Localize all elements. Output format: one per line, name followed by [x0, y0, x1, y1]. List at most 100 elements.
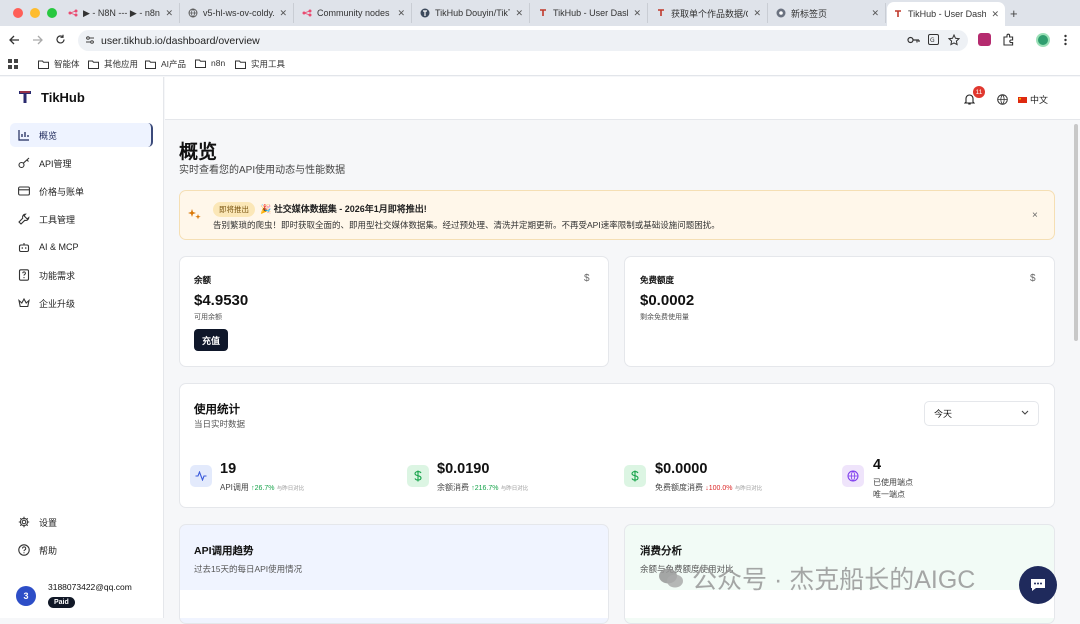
usage-stats-card	[179, 383, 1055, 508]
bookmark-folder[interactable]: n8n	[195, 58, 225, 68]
translate-icon[interactable]: G	[928, 34, 939, 45]
close-window-button[interactable]	[13, 8, 23, 18]
zoom-window-button[interactable]	[47, 8, 57, 18]
tab-close-icon[interactable]: ✕	[165, 8, 173, 19]
help-icon	[18, 544, 30, 556]
browser-tab[interactable]: 获取单个作品数据/Ge ✕	[650, 3, 768, 23]
tikhub-favicon-icon	[658, 9, 664, 16]
sidebar-item-settings[interactable]: 设置	[10, 510, 153, 534]
browser-tab[interactable]: ▶ - N8N --- ▶ - n8n ✕	[62, 3, 180, 23]
bar-chart-icon	[18, 130, 29, 141]
free-quota-sub: 剩余免费使用量	[640, 314, 689, 321]
bookmark-label: AI产品	[161, 59, 187, 69]
forward-arrow-icon[interactable]	[32, 35, 43, 45]
extensions-puzzle-icon[interactable]	[1002, 33, 1015, 46]
sidebar-item-label: 价格与账单	[39, 186, 85, 197]
activity-icon	[195, 471, 207, 481]
api-trend-title: API调用趋势	[194, 545, 254, 557]
period-value: 今天	[934, 409, 953, 419]
endpoints-note: 唯一端点	[873, 490, 905, 499]
credit-card-icon	[18, 186, 30, 196]
plan-badge: Paid	[48, 597, 75, 608]
bookmark-label: 其他应用	[104, 59, 139, 69]
sidebar-item-label: AI & MCP	[39, 242, 79, 252]
browser-tab[interactable]: TikHub Douyin/TikTo ✕	[414, 3, 530, 23]
page-scrollbar[interactable]	[1074, 124, 1078, 341]
stat-label: API调用	[220, 483, 249, 492]
gear-icon	[18, 516, 30, 528]
browser-tab[interactable]: Community nodes ✕	[296, 3, 412, 23]
tab-close-icon[interactable]: ✕	[871, 8, 879, 19]
apps-grid-icon[interactable]	[8, 59, 18, 69]
usage-subtitle: 当日实时数据	[194, 419, 246, 429]
globe-icon[interactable]	[997, 94, 1008, 105]
minimize-window-button[interactable]	[30, 8, 40, 18]
sidebar-item-billing[interactable]: 价格与账单	[10, 179, 153, 203]
url-text[interactable]: user.tikhub.io/dashboard/overview	[101, 35, 260, 47]
tab-label: TikHub Douyin/TikTo	[435, 8, 511, 18]
sparkle-icon	[188, 209, 201, 220]
coming-soon-badge: 即将推出	[213, 202, 255, 217]
sidebar-item-api[interactable]: API管理	[10, 151, 153, 175]
key-icon[interactable]	[907, 36, 920, 44]
profile-avatar[interactable]	[1036, 33, 1050, 47]
site-settings-icon[interactable]	[85, 35, 95, 45]
tab-label: TikHub - User Dash	[553, 8, 629, 18]
sidebar-item-tools[interactable]: 工具管理	[10, 207, 153, 231]
browser-tab[interactable]: TikHub - User Dash ✕	[532, 3, 648, 23]
banner-close-button[interactable]: ×	[1032, 210, 1038, 221]
tab-close-icon[interactable]: ✕	[633, 8, 641, 19]
chrome-icon	[776, 8, 786, 18]
bookmark-star-icon[interactable]	[948, 34, 960, 46]
reload-icon[interactable]	[55, 34, 66, 45]
sidebar-item-feature-request[interactable]: 功能需求	[10, 263, 153, 287]
recharge-button[interactable]: 充值	[194, 329, 228, 351]
sidebar-item-label: 企业升级	[39, 298, 76, 309]
tab-label: 获取单个作品数据/Ge	[671, 8, 748, 19]
language-label: 中文	[1030, 95, 1049, 105]
window-controls[interactable]	[13, 8, 57, 18]
balance-title: 余额	[194, 275, 212, 285]
sidebar-item-ai-mcp[interactable]: AI & MCP	[10, 235, 153, 259]
bookmark-folder[interactable]: 实用工具	[235, 58, 285, 70]
new-tab-button[interactable]: +	[1010, 6, 1018, 21]
language-selector[interactable]: 中文	[1018, 93, 1048, 106]
extension-icon[interactable]	[978, 33, 991, 46]
tab-close-icon[interactable]: ✕	[515, 8, 523, 19]
stat-note: 与昨日对比	[734, 486, 763, 492]
free-spend-label-row: 免费额度消费 ↓100.0% 与昨日对比	[655, 482, 762, 493]
tab-close-icon[interactable]: ✕	[279, 8, 287, 19]
bookmark-folder[interactable]: AI产品	[145, 58, 186, 70]
china-flag-icon	[1018, 96, 1027, 103]
chat-bubble-icon	[1031, 579, 1045, 591]
brand-logo[interactable]: TikHub	[17, 89, 85, 105]
user-avatar[interactable]: 3	[16, 586, 36, 606]
tab-close-icon[interactable]: ✕	[991, 9, 999, 20]
free-quota-title: 免费额度	[640, 275, 675, 285]
spend-analysis-title: 消费分析	[640, 545, 682, 557]
bookmark-folder[interactable]: 其他应用	[88, 58, 138, 70]
bookmark-folder[interactable]: 智能体	[38, 58, 80, 70]
free-quota-value: $0.0002	[640, 292, 695, 309]
browser-tab-active[interactable]: TikHub - User Dashb ✕	[887, 2, 1005, 26]
browser-tab[interactable]: v5-hl-ws-ov-coldy.z ✕	[182, 3, 294, 23]
sidebar-item-enterprise[interactable]: 企业升级	[10, 291, 153, 315]
banner-text: 告别繁琐的爬虫！即时获取全面的、即用型社交媒体数据集。经过预处理、清洗并定期更新…	[213, 220, 720, 230]
sidebar-item-label: API管理	[39, 158, 72, 169]
sidebar-item-label: 帮助	[39, 545, 58, 556]
stat-free-spend	[624, 465, 646, 487]
back-arrow-icon[interactable]	[9, 35, 20, 45]
chat-support-button[interactable]	[1019, 566, 1057, 604]
endpoints-label: 已使用端点	[873, 478, 913, 487]
top-header	[165, 77, 1080, 120]
browser-tab[interactable]: 新标签页 ✕	[770, 3, 886, 23]
sidebar-item-overview[interactable]: 概览	[10, 123, 153, 147]
stat-balance-spend	[407, 465, 429, 487]
tab-close-icon[interactable]: ✕	[397, 8, 405, 19]
page-subtitle: 实时查看您的API使用动态与性能数据	[179, 165, 346, 176]
menu-kebab-icon[interactable]	[1064, 34, 1067, 46]
tab-label: ▶ - N8N --- ▶ - n8n	[83, 7, 160, 18]
sidebar-item-help[interactable]: 帮助	[10, 538, 153, 562]
period-select[interactable]: 今天	[924, 401, 1039, 426]
tab-close-icon[interactable]: ✕	[753, 8, 761, 19]
